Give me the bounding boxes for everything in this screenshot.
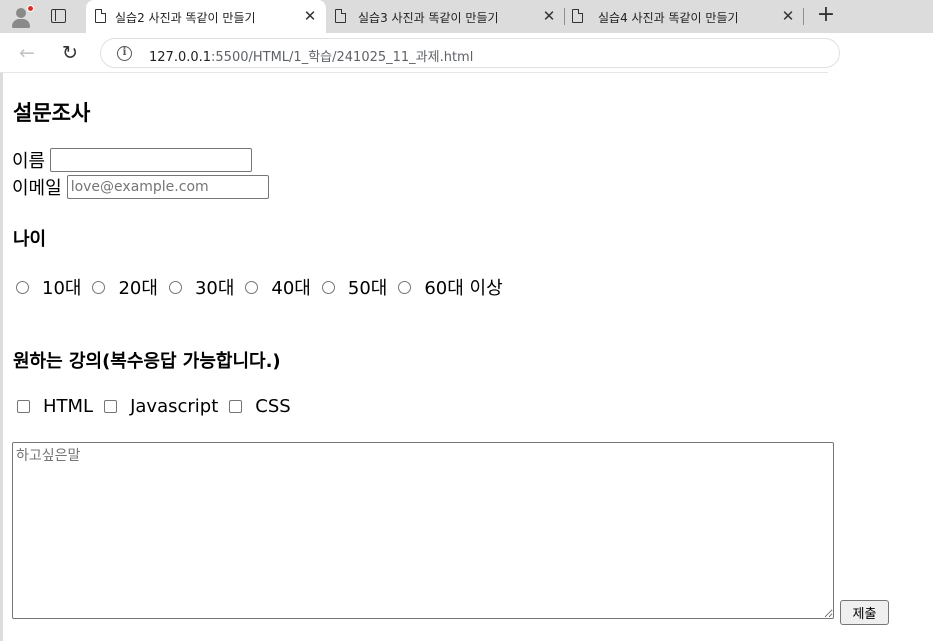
age-heading: 나이 bbox=[13, 229, 47, 250]
course-option[interactable]: CSS bbox=[229, 396, 301, 417]
age-option-label: 50대 bbox=[347, 278, 388, 299]
tab-survey[interactable]: 실습2 사진과 똑같이 만들기 ✕ bbox=[86, 0, 326, 33]
course-option[interactable]: Javascript bbox=[104, 396, 229, 417]
name-row: 이름 bbox=[12, 147, 253, 173]
tab-strip: 실습2 사진과 똑같이 만들기 ✕ 실습3 사진과 똑같이 만들기 ✕ 실습4 … bbox=[0, 0, 933, 33]
close-tab-icon[interactable]: ✕ bbox=[539, 6, 559, 26]
age-option[interactable]: 20대 bbox=[92, 274, 168, 300]
age-option[interactable]: 40대 bbox=[245, 274, 321, 300]
profile-avatar-icon[interactable] bbox=[8, 4, 34, 30]
email-label: 이메일 bbox=[12, 178, 62, 199]
url-text: 127.0.0.1:5500/HTML/1_학습/241025_11_과제.ht… bbox=[149, 46, 473, 65]
checkbox[interactable] bbox=[104, 400, 118, 413]
document-icon bbox=[95, 9, 106, 23]
page-content: 설문조사 이름 이메일 나이 10대 20대 30대 40대 50대 60대 이… bbox=[3, 73, 933, 641]
email-input[interactable] bbox=[66, 175, 269, 199]
age-option-label: 60대 이상 bbox=[424, 278, 503, 299]
radio-button[interactable] bbox=[16, 280, 29, 294]
close-tab-icon[interactable]: ✕ bbox=[778, 6, 798, 26]
submit-button[interactable]: 제출 bbox=[840, 600, 889, 625]
radio-button[interactable] bbox=[168, 280, 182, 294]
radio-button[interactable] bbox=[92, 280, 106, 294]
email-row: 이메일 bbox=[12, 174, 269, 200]
course-heading: 원하는 강의(복수응답 가능합니다.) bbox=[13, 351, 281, 372]
radio-button[interactable] bbox=[321, 280, 335, 294]
name-input[interactable] bbox=[50, 148, 253, 172]
reload-icon[interactable]: ↻ bbox=[57, 40, 83, 66]
course-option-label: CSS bbox=[255, 396, 291, 417]
age-option[interactable]: 30대 bbox=[168, 274, 245, 300]
age-options: 10대 20대 30대 40대 50대 60대 이상 bbox=[16, 274, 514, 300]
age-option[interactable]: 50대 bbox=[321, 274, 398, 300]
checkbox[interactable] bbox=[17, 400, 30, 413]
tab-practice-3[interactable]: 실습3 사진과 똑같이 만들기 ✕ bbox=[326, 0, 564, 33]
tab-title: 실습4 사진과 똑같이 만들기 bbox=[598, 11, 739, 25]
new-tab-button[interactable]: + bbox=[814, 4, 838, 28]
age-option-label: 10대 bbox=[42, 278, 82, 299]
tab-title: 실습2 사진과 똑같이 만들기 bbox=[115, 11, 256, 25]
tab-title: 실습3 사진과 똑같이 만들기 bbox=[358, 11, 499, 25]
notification-dot bbox=[27, 5, 34, 12]
name-label: 이름 bbox=[12, 151, 46, 172]
tab-practice-4[interactable]: 실습4 사진과 똑같이 만들기 ✕ bbox=[565, 0, 803, 33]
document-icon bbox=[335, 9, 346, 23]
message-textarea[interactable] bbox=[12, 442, 834, 619]
document-icon bbox=[572, 9, 583, 23]
close-tab-icon[interactable]: ✕ bbox=[300, 6, 320, 26]
age-option[interactable]: 10대 bbox=[16, 274, 92, 300]
page-title: 설문조사 bbox=[13, 101, 91, 125]
address-bar[interactable]: i 127.0.0.1:5500/HTML/1_학습/241025_11_과제.… bbox=[100, 38, 840, 68]
course-option-label: Javascript bbox=[130, 396, 219, 417]
age-option-label: 30대 bbox=[194, 278, 235, 299]
age-option[interactable]: 60대 이상 bbox=[398, 274, 513, 300]
checkbox[interactable] bbox=[229, 400, 243, 413]
course-options: HTML Javascript CSS bbox=[17, 396, 302, 417]
course-option[interactable]: HTML bbox=[17, 396, 104, 417]
age-option-label: 40대 bbox=[271, 278, 311, 299]
back-arrow-icon[interactable]: ← bbox=[14, 40, 40, 66]
browser-toolbar: ← ↻ i 127.0.0.1:5500/HTML/1_학습/241025_11… bbox=[0, 33, 933, 73]
url-path: :5500/HTML/1_학습/241025_11_과제.html bbox=[211, 50, 474, 65]
radio-button[interactable] bbox=[398, 280, 412, 294]
course-option-label: HTML bbox=[43, 396, 94, 417]
url-host: 127.0.0.1 bbox=[149, 50, 212, 65]
site-info-icon[interactable]: i bbox=[117, 46, 132, 61]
age-option-label: 20대 bbox=[118, 278, 158, 299]
radio-button[interactable] bbox=[245, 280, 259, 294]
tab-separator bbox=[803, 8, 804, 25]
tab-actions-icon[interactable] bbox=[51, 9, 66, 23]
